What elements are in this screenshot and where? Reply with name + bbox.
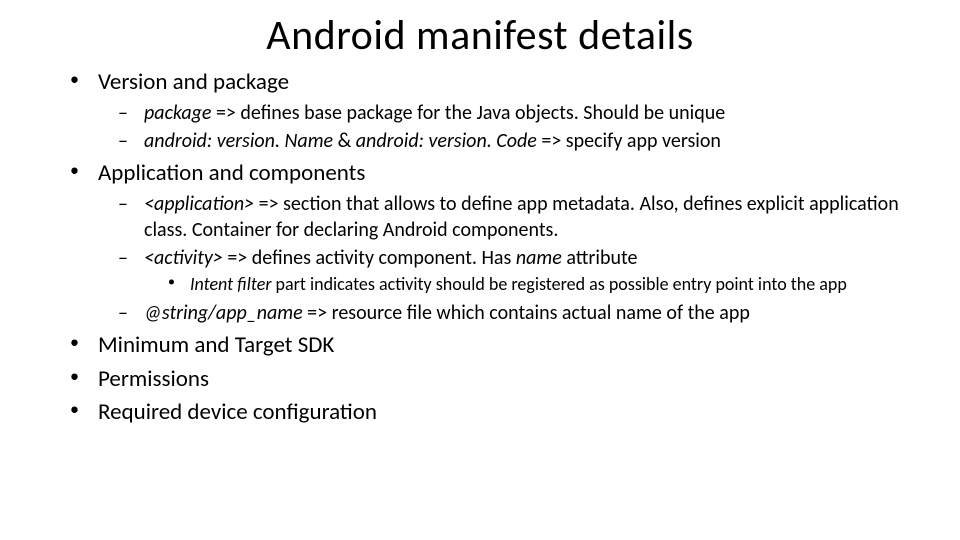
slide: Android manifest details Version and pac…: [0, 0, 960, 450]
bullet-label: Application and components: [98, 159, 365, 187]
bullet-required-device-config: Required device configuration: [70, 397, 920, 428]
keyword: android: version. Name: [144, 129, 333, 153]
sub-item: package => defines base package for the …: [118, 100, 920, 126]
text: => specify app version: [537, 129, 721, 153]
text: => section that allows to define app met…: [144, 192, 899, 242]
text: => defines base package for the Java obj…: [211, 101, 725, 125]
bullet-list: Version and package package => defines b…: [40, 67, 920, 428]
sub-item: @string/app_name => resource file which …: [118, 300, 920, 326]
keyword: package: [144, 101, 211, 125]
sub-list: package => defines base package for the …: [98, 100, 920, 154]
sub-sub-list: Intent filter part indicates activity sh…: [144, 273, 920, 296]
text: => resource file which contains actual n…: [303, 301, 750, 325]
bullet-min-target-sdk: Minimum and Target SDK: [70, 330, 920, 361]
bullet-label: Permissions: [98, 365, 209, 393]
text: part indicates activity should be regist…: [271, 273, 846, 295]
text: attribute: [562, 246, 638, 270]
sub-item: <application> => section that allows to …: [118, 191, 920, 243]
bullet-label: Version and package: [98, 68, 289, 96]
keyword: Intent filter: [190, 273, 271, 295]
bullet-label: Required device configuration: [98, 398, 377, 426]
bullet-label: Minimum and Target SDK: [98, 331, 334, 359]
sub-sub-item: Intent filter part indicates activity sh…: [168, 273, 920, 296]
sub-list: <application> => section that allows to …: [98, 191, 920, 326]
sub-item: <activity> => defines activity component…: [118, 245, 920, 296]
slide-title: Android manifest details: [40, 10, 920, 61]
text: &: [333, 129, 356, 153]
keyword: name: [516, 246, 562, 270]
keyword: @string/app_name: [144, 301, 303, 325]
keyword: <application>: [144, 192, 254, 216]
keyword: <activity>: [144, 246, 223, 270]
text: => defines activity component. Has: [223, 246, 516, 270]
bullet-permissions: Permissions: [70, 364, 920, 395]
bullet-application-components: Application and components <application>…: [70, 158, 920, 326]
bullet-version-package: Version and package package => defines b…: [70, 67, 920, 154]
keyword: android: version. Code: [356, 129, 537, 153]
sub-item: android: version. Name & android: versio…: [118, 128, 920, 154]
